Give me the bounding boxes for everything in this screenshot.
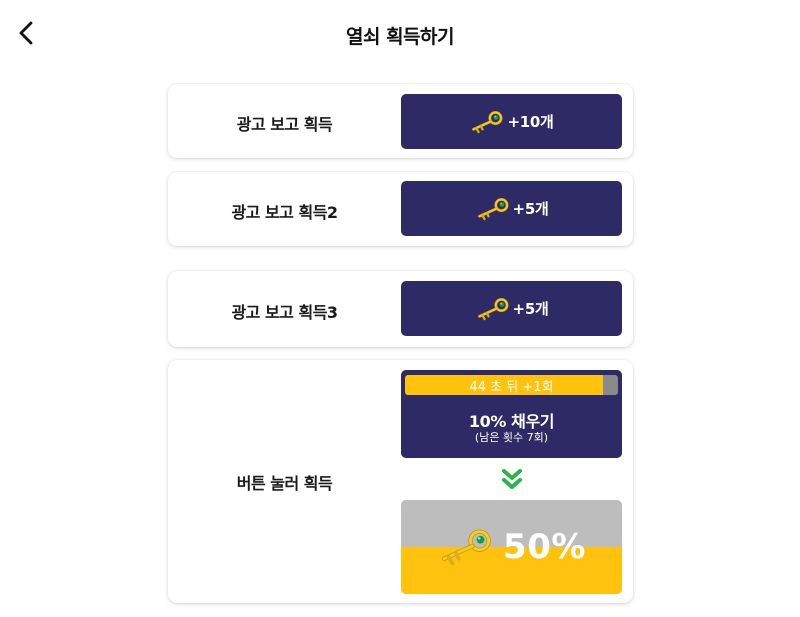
key-icon [475, 297, 511, 321]
button-fill-label: 버튼 눌러 획득 [236, 474, 333, 493]
reward-card-label: 광고 보고 획득3 [231, 303, 338, 322]
reward-card-label: 광고 보고 획득 [236, 115, 333, 134]
remaining-count: (남은 횟수 7회) [474, 431, 549, 444]
page-title: 열쇠 획득하기 [346, 26, 455, 48]
key-icon [475, 197, 511, 221]
reward-card-2: 광고 보고 획득2 +5개 [168, 172, 633, 246]
watch-ad-button-2[interactable]: +5개 [401, 181, 622, 236]
double-chevron-down-icon [502, 469, 522, 489]
watch-ad-button-3[interactable]: +5개 [401, 281, 622, 336]
key-icon [469, 110, 505, 134]
header: 열쇠 획득하기 [0, 0, 800, 66]
fill-button[interactable]: 44 초 뒤 +1회 10% 채우기 (남은 횟수 7회) [401, 370, 622, 458]
key-icon [437, 528, 495, 566]
reward-card-1: 광고 보고 획득 +10개 [168, 84, 633, 158]
key-gauge: 50% [401, 500, 622, 594]
gauge-percent: 50% [503, 527, 586, 567]
reward-amount: +10개 [507, 113, 554, 131]
reward-card-3: 광고 보고 획득3 +5개 [168, 271, 633, 347]
timer-progress-bar: 44 초 뒤 +1회 [405, 375, 618, 395]
button-fill-card: 버튼 눌러 획득 44 초 뒤 +1회 10% 채우기 (남은 횟수 7회) 5… [168, 360, 633, 603]
watch-ad-button-1[interactable]: +10개 [401, 94, 622, 149]
timer-text: 44 초 뒤 +1회 [469, 380, 554, 395]
reward-card-label: 광고 보고 획득2 [231, 203, 338, 222]
reward-amount: +5개 [512, 300, 549, 318]
reward-amount: +5개 [512, 200, 549, 218]
